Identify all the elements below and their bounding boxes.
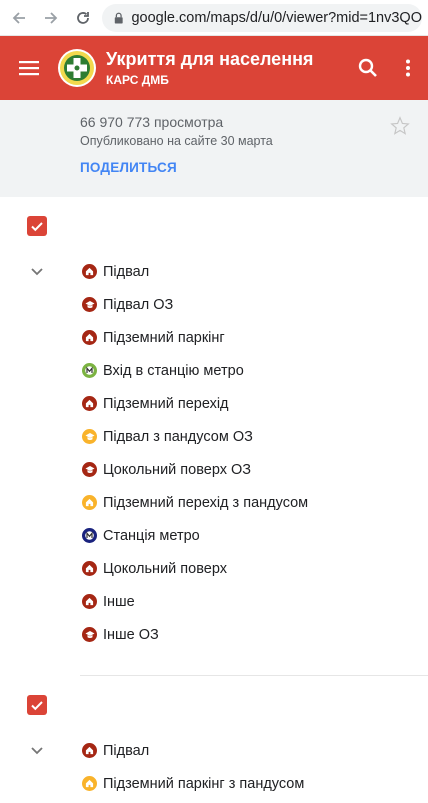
home-marker-icon	[82, 776, 97, 791]
legend-item-label: Станція метро	[103, 527, 200, 544]
legend-item-label: Підвал з пандусом ОЗ	[103, 428, 253, 445]
legend-item-label: Підземний паркінг	[103, 329, 225, 346]
address-bar[interactable]: google.com/maps/d/u/0/viewer?mid=1nv3QO	[102, 3, 422, 32]
home-marker-icon	[82, 495, 97, 510]
legend-item[interactable]: Цокольний поверх	[0, 552, 428, 585]
home-marker-icon	[82, 396, 97, 411]
legend-item[interactable]: Підвал	[0, 255, 428, 288]
chevron-down-icon[interactable]	[30, 743, 44, 762]
home-marker-icon	[82, 330, 97, 345]
check-icon	[30, 698, 44, 712]
browser-toolbar: google.com/maps/d/u/0/viewer?mid=1nv3QO	[0, 0, 428, 36]
legend-item[interactable]: Підвал	[0, 734, 428, 767]
chevron-down-icon[interactable]	[30, 264, 44, 283]
legend-item[interactable]: Інше	[0, 585, 428, 618]
legend-item-label: Підвал ОЗ	[103, 296, 174, 313]
map-owner: КАРС ДМБ	[106, 73, 169, 87]
search-icon[interactable]	[348, 36, 388, 100]
legend-item-label: Інше	[103, 593, 135, 610]
published-date: Опубликовано на сайте 30 марта	[80, 134, 273, 148]
check-icon	[30, 219, 44, 233]
legend-item[interactable]: Підземний паркінг	[0, 321, 428, 354]
legend-item-label: Підвал	[103, 742, 150, 759]
legend-item[interactable]: Підвал ОЗ	[0, 288, 428, 321]
legend-item-label: Підвал	[103, 263, 150, 280]
legend-item-label: Вхід в станцію метро	[103, 362, 244, 379]
metro-marker-icon	[82, 363, 97, 378]
cap-marker-icon	[82, 627, 97, 642]
layer-checkbox[interactable]	[27, 695, 47, 715]
legend-item[interactable]: Підземний паркінг з пандусом	[0, 767, 428, 800]
legend-item[interactable]: Підземний перехід	[0, 387, 428, 420]
layers-list: Підвал Підвал ОЗ Підземний паркінг Вхід в с…	[0, 197, 428, 800]
view-count: 66 970 773 просмотра	[80, 114, 224, 130]
legend-item-label: Інше ОЗ	[103, 626, 159, 643]
more-options-icon[interactable]	[388, 36, 428, 100]
lock-icon	[114, 12, 123, 24]
legend-item[interactable]: Станція метро	[0, 519, 428, 552]
legend-item-label: Цокольний поверх	[103, 560, 227, 577]
layer-header	[0, 676, 428, 734]
share-button[interactable]: ПОДЕЛИТЬСЯ	[80, 160, 428, 175]
legend-item[interactable]: Підвал з пандусом ОЗ	[0, 420, 428, 453]
legend-item-label: Цокольний поверх ОЗ	[103, 461, 252, 478]
url-text: google.com/maps/d/u/0/viewer?mid=1nv3QO	[131, 9, 422, 26]
legend-item[interactable]: Інше ОЗ	[0, 618, 428, 651]
app-header: Укриття для населення КАРС ДМБ	[0, 36, 428, 100]
star-icon[interactable]	[390, 116, 410, 141]
legend-item[interactable]: Цокольний поверх ОЗ	[0, 453, 428, 486]
layer-header	[0, 197, 428, 255]
reload-icon[interactable]	[70, 5, 96, 31]
layer-checkbox[interactable]	[27, 216, 47, 236]
legend-item[interactable]: Підземний перехід з пандусом	[0, 486, 428, 519]
legend-item[interactable]: Вхід в станцію метро	[0, 354, 428, 387]
forward-icon[interactable]	[38, 5, 64, 31]
home-marker-icon	[82, 561, 97, 576]
legend-item-label: Підземний паркінг з пандусом	[103, 775, 305, 792]
cap-marker-icon	[82, 462, 97, 477]
legend-item-label: Підземний перехід з пандусом	[103, 494, 309, 511]
legend-item-label: Підземний перехід	[103, 395, 229, 412]
metro-marker-icon	[82, 528, 97, 543]
map-info-panel: 66 970 773 просмотра Опубликовано на сай…	[0, 100, 428, 197]
home-marker-icon	[82, 264, 97, 279]
menu-icon[interactable]	[0, 36, 58, 100]
home-marker-icon	[82, 594, 97, 609]
map-title: Укриття для населення	[106, 49, 314, 69]
home-marker-icon	[82, 743, 97, 758]
cap-marker-icon	[82, 297, 97, 312]
cap-marker-icon	[82, 429, 97, 444]
logo	[58, 49, 96, 87]
back-icon[interactable]	[6, 5, 32, 31]
